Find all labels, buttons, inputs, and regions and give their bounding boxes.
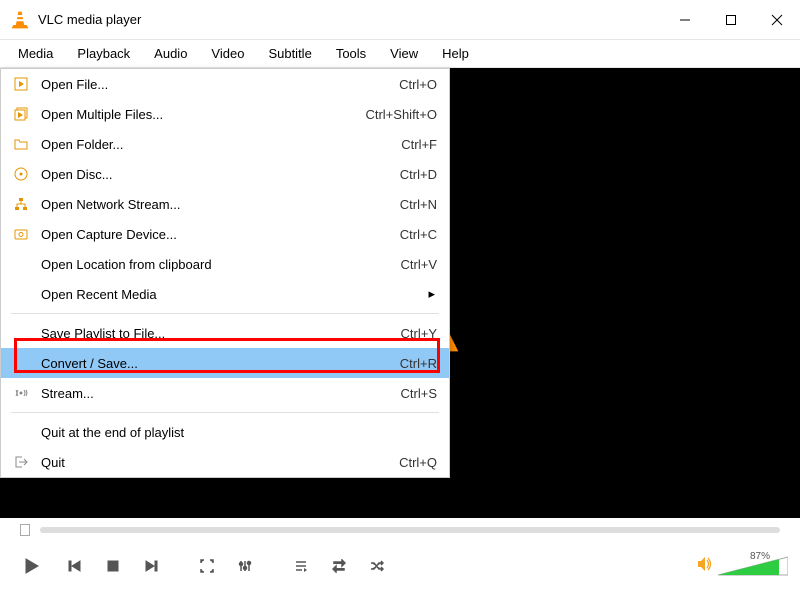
menu-separator [11,412,439,413]
menu-video[interactable]: Video [199,42,256,65]
seek-track[interactable] [40,527,780,533]
next-button[interactable] [136,552,166,580]
media-menu-dropdown: Open File... Ctrl+O Open Multiple Files.… [0,68,450,478]
video-area: Open File... Ctrl+O Open Multiple Files.… [0,68,800,518]
playlist-button[interactable] [286,552,316,580]
menu-playback[interactable]: Playback [65,42,142,65]
menu-tools[interactable]: Tools [324,42,378,65]
titlebar: VLC media player [0,0,800,40]
maximize-button[interactable] [708,0,754,39]
stop-button[interactable] [98,552,128,580]
extended-settings-button[interactable] [230,552,260,580]
menu-stream[interactable]: Stream... Ctrl+S [1,378,449,408]
menu-open-network[interactable]: Open Network Stream... Ctrl+N [1,189,449,219]
previous-button[interactable] [60,552,90,580]
submenu-arrow-icon: ▸ [428,286,435,302]
blank-icon [11,254,31,274]
window-title: VLC media player [38,12,662,27]
menu-audio[interactable]: Audio [142,42,199,65]
network-icon [11,194,31,214]
capture-icon [11,224,31,244]
play-file-icon [11,74,31,94]
blank-icon [11,353,31,373]
menu-separator [11,313,439,314]
window-controls [662,0,800,39]
seek-bar[interactable] [0,518,800,542]
volume-slider[interactable]: 87% [718,555,788,577]
menu-open-clipboard[interactable]: Open Location from clipboard Ctrl+V [1,249,449,279]
menu-view[interactable]: View [378,42,430,65]
playback-controls: 87% [0,542,800,590]
loop-button[interactable] [324,552,354,580]
menu-open-capture[interactable]: Open Capture Device... Ctrl+C [1,219,449,249]
fullscreen-button[interactable] [192,552,222,580]
play-button[interactable] [12,552,52,580]
menu-help[interactable]: Help [430,42,481,65]
minimize-button[interactable] [662,0,708,39]
close-button[interactable] [754,0,800,39]
menu-quit[interactable]: Quit Ctrl+Q [1,447,449,477]
menu-open-folder[interactable]: Open Folder... Ctrl+F [1,129,449,159]
menu-open-disc[interactable]: Open Disc... Ctrl+D [1,159,449,189]
menu-subtitle[interactable]: Subtitle [256,42,323,65]
shuffle-button[interactable] [362,552,392,580]
volume-percent: 87% [750,551,770,562]
menubar: Media Playback Audio Video Subtitle Tool… [0,40,800,68]
blank-icon [11,284,31,304]
menu-open-multiple[interactable]: Open Multiple Files... Ctrl+Shift+O [1,99,449,129]
blank-icon [11,323,31,343]
play-multi-icon [11,104,31,124]
menu-open-recent[interactable]: Open Recent Media ▸ [1,279,449,309]
vlc-cone-icon [10,10,30,30]
quit-icon [11,452,31,472]
folder-icon [11,134,31,154]
menu-save-playlist[interactable]: Save Playlist to File... Ctrl+Y [1,318,449,348]
stream-icon [11,383,31,403]
speaker-icon [696,555,714,578]
disc-icon [11,164,31,184]
seek-marker-icon [20,524,30,536]
volume-control[interactable]: 87% [696,555,788,578]
menu-quit-end[interactable]: Quit at the end of playlist [1,417,449,447]
menu-media[interactable]: Media [6,42,65,65]
blank-icon [11,422,31,442]
menu-open-file[interactable]: Open File... Ctrl+O [1,69,449,99]
menu-convert-save[interactable]: Convert / Save... Ctrl+R [1,348,449,378]
